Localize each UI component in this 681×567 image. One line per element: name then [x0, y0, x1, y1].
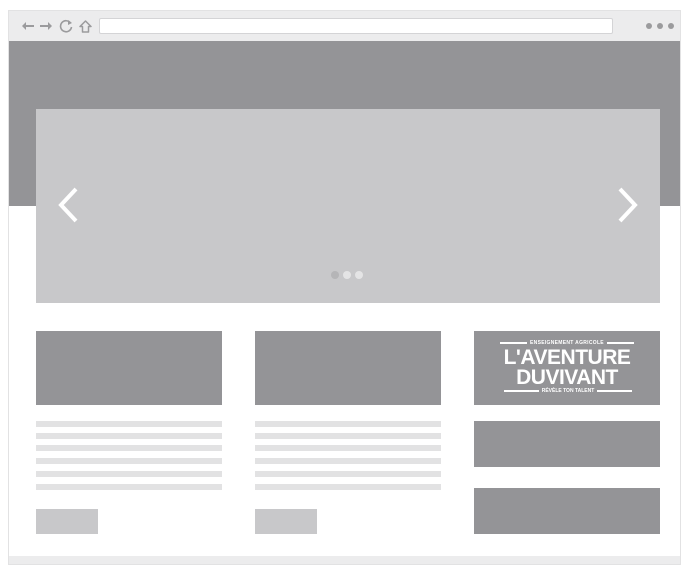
card-1-text-line: [36, 445, 222, 451]
card-2-image: [255, 331, 441, 405]
logo-title-line-2: DUVIVANT: [516, 366, 618, 389]
carousel-dot-1[interactable]: [331, 271, 339, 279]
card-2-button[interactable]: [255, 509, 317, 534]
logo-rule: [606, 342, 634, 344]
card-1-text-line: [36, 421, 222, 427]
card-2-text-line: [255, 471, 441, 477]
carousel-dot-3[interactable]: [355, 271, 363, 279]
carousel-pagination: [331, 271, 363, 279]
card-1-text-line: [36, 484, 222, 490]
logo-rule: [597, 390, 633, 392]
logo-rule: [500, 342, 528, 344]
image-carousel: [36, 109, 660, 303]
card-2-text-line: [255, 445, 441, 451]
card-2-text-line: [255, 458, 441, 464]
footer-bar: [9, 556, 680, 564]
menu-dot: [646, 23, 652, 29]
card-1-text-line: [36, 471, 222, 477]
menu-dots-icon[interactable]: [646, 23, 674, 29]
back-arrow-icon[interactable]: [21, 17, 35, 35]
chevron-left-icon: [58, 187, 78, 223]
browser-toolbar: [9, 11, 680, 41]
reload-icon[interactable]: [58, 17, 74, 35]
card-1-button[interactable]: [36, 509, 98, 534]
carousel-dot-2[interactable]: [343, 271, 351, 279]
carousel-prev-button[interactable]: [56, 187, 80, 223]
card-1-text-line: [36, 433, 222, 439]
card-2-text-line: [255, 421, 441, 427]
aventure-du-vivant-logo[interactable]: ENSEIGNEMENT AGRICOLE L'AVENTURE DUVIVAN…: [474, 331, 660, 405]
logo-rule: [504, 390, 539, 392]
sidebar-block-2[interactable]: [474, 488, 660, 534]
card-1-image: [36, 331, 222, 405]
chevron-right-icon: [618, 187, 638, 223]
address-bar[interactable]: [99, 18, 613, 34]
card-1-text-line: [36, 458, 222, 464]
card-2-text-line: [255, 484, 441, 490]
sidebar-block-1[interactable]: [474, 421, 660, 467]
logo-tagline-bottom: RÉVÈLE TON TALENT: [541, 388, 595, 394]
browser-window: ENSEIGNEMENT AGRICOLE L'AVENTURE DUVIVAN…: [8, 10, 681, 565]
logo-bottom-line: RÉVÈLE TON TALENT: [504, 388, 633, 394]
menu-dot: [657, 23, 663, 29]
menu-dot: [668, 23, 674, 29]
forward-arrow-icon[interactable]: [39, 17, 53, 35]
card-2-text-line: [255, 433, 441, 439]
home-icon[interactable]: [77, 17, 93, 35]
carousel-next-button[interactable]: [616, 187, 640, 223]
